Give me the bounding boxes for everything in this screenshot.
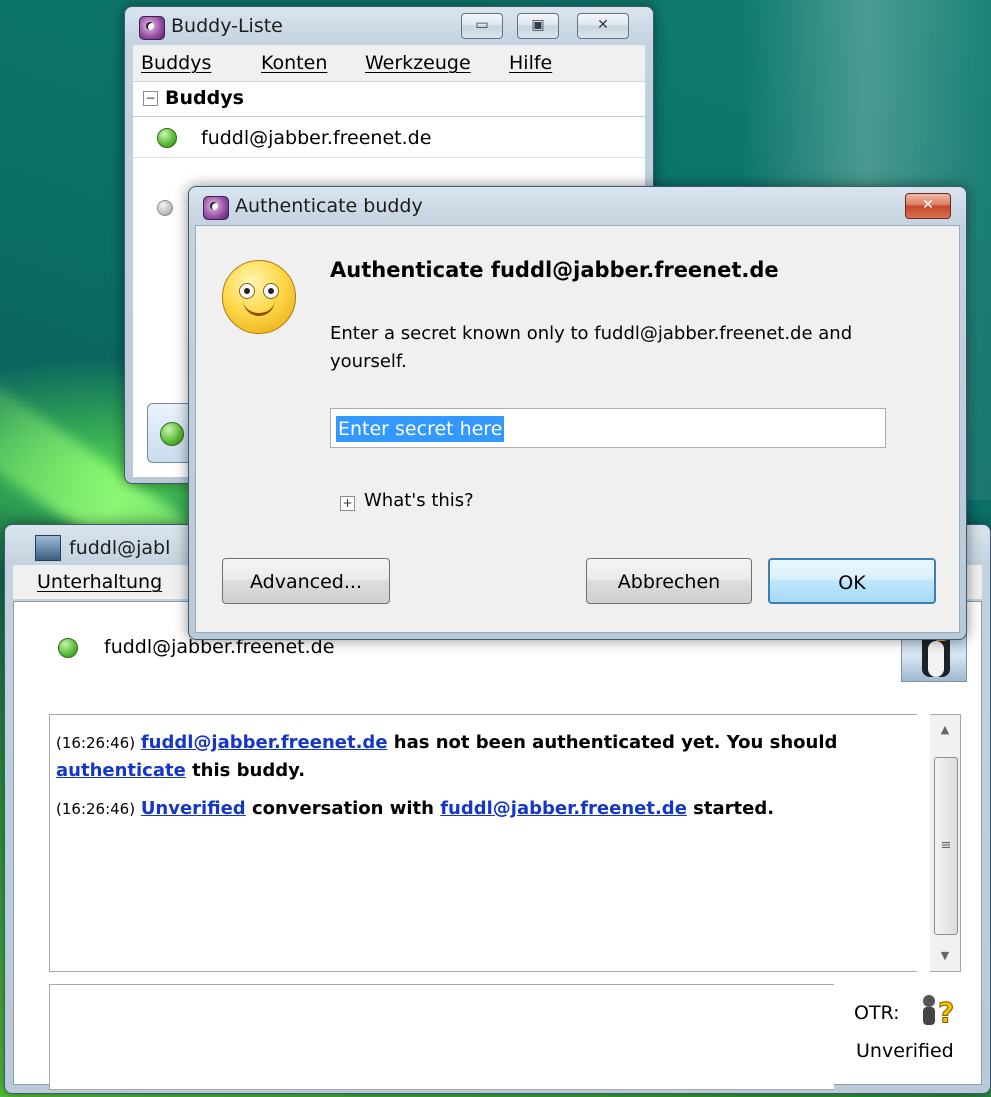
whats-this-expander[interactable]: What's this?	[364, 490, 474, 511]
buddy-link[interactable]: fuddl@jabber.freenet.de	[141, 732, 388, 753]
unverified-link[interactable]: Unverified	[141, 798, 246, 819]
offline-status-icon	[157, 200, 173, 216]
history-scrollbar[interactable]: ▲ ≡ ▼	[930, 714, 961, 972]
scroll-up-arrow-icon[interactable]: ▲	[930, 715, 960, 745]
buddy-link[interactable]: fuddl@jabber.freenet.de	[440, 798, 687, 819]
maximize-icon[interactable]: ▣	[517, 13, 559, 39]
message-history[interactable]: (16:26:46) fuddl@jabber.freenet.de has n…	[49, 714, 917, 972]
dialog-title: Authenticate buddy	[235, 195, 423, 217]
group-row[interactable]: − Buddys	[133, 82, 645, 117]
buddy-name: fuddl@jabber.freenet.de	[201, 127, 432, 149]
scroll-thumb[interactable]: ≡	[934, 757, 958, 935]
group-label: Buddys	[165, 87, 244, 109]
dialog-client-area: Authenticate fuddl@jabber.freenet.de Ent…	[195, 225, 960, 633]
authenticate-titlebar[interactable]: Authenticate buddy ✕	[189, 187, 966, 225]
pidgin-icon	[203, 196, 229, 220]
pidgin-icon	[139, 16, 165, 40]
otr-label: OTR:	[854, 1002, 900, 1024]
smiley-icon	[222, 260, 296, 334]
dialog-description: Enter a secret known only to fuddl@jabbe…	[330, 323, 853, 372]
menu-buddys[interactable]: Buddys	[141, 52, 211, 74]
history-message-1: (16:26:46) fuddl@jabber.freenet.de has n…	[56, 729, 909, 785]
conversation-client-area: fuddl@jabber.freenet.de (16:26:46) fuddl…	[13, 601, 982, 1090]
available-status-icon	[160, 422, 184, 446]
message-timestamp: (16:26:46)	[56, 800, 136, 818]
collapse-icon[interactable]: −	[143, 91, 158, 106]
buddy-list-menubar: Buddys Konten Werkzeuge Hilfe	[133, 45, 645, 82]
authenticate-link[interactable]: authenticate	[56, 760, 186, 781]
expand-icon[interactable]: +	[340, 496, 355, 511]
buddy-list-titlebar[interactable]: Buddy-Liste ▭ ▣ ✕	[125, 7, 653, 45]
otr-unverified-icon[interactable]: ?	[918, 994, 960, 1028]
menu-konten[interactable]: Konten	[261, 52, 327, 74]
available-status-icon	[157, 128, 177, 148]
conversation-title: fuddl@jabl	[69, 537, 171, 559]
menu-unterhaltung[interactable]: Unterhaltung	[37, 571, 162, 593]
secret-selected-text: Enter secret here	[336, 416, 505, 442]
authenticate-dialog: Authenticate buddy ✕ Authenticate fuddl@…	[188, 186, 967, 640]
message-input[interactable]	[49, 984, 834, 1090]
message-text: has not been authenticated yet. You shou…	[387, 732, 838, 753]
svg-text:?: ?	[938, 996, 954, 1028]
scroll-down-arrow-icon[interactable]: ▼	[930, 941, 960, 971]
dialog-heading: Authenticate fuddl@jabber.freenet.de	[330, 258, 779, 282]
otr-status[interactable]: Unverified	[856, 1040, 954, 1062]
menu-werkzeuge[interactable]: Werkzeuge	[365, 52, 471, 74]
message-text: conversation with	[245, 798, 441, 819]
cancel-button[interactable]: Abbrechen	[586, 558, 752, 604]
message-timestamp: (16:26:46)	[56, 734, 136, 752]
penguin-icon	[35, 535, 61, 561]
message-text: started.	[686, 798, 775, 819]
available-status-icon	[58, 638, 78, 658]
ok-button[interactable]: OK	[768, 558, 936, 604]
buddy-list-title: Buddy-Liste	[171, 15, 283, 37]
menu-hilfe[interactable]: Hilfe	[509, 52, 552, 74]
minimize-icon[interactable]: ▭	[461, 13, 503, 39]
message-text: this buddy.	[185, 760, 306, 781]
advanced-button[interactable]: Advanced...	[222, 558, 390, 604]
buddy-row[interactable]: fuddl@jabber.freenet.de	[133, 117, 645, 158]
history-message-2: (16:26:46) Unverified conversation with …	[56, 795, 909, 823]
close-icon[interactable]: ✕	[577, 13, 629, 39]
close-icon[interactable]: ✕	[905, 193, 951, 219]
